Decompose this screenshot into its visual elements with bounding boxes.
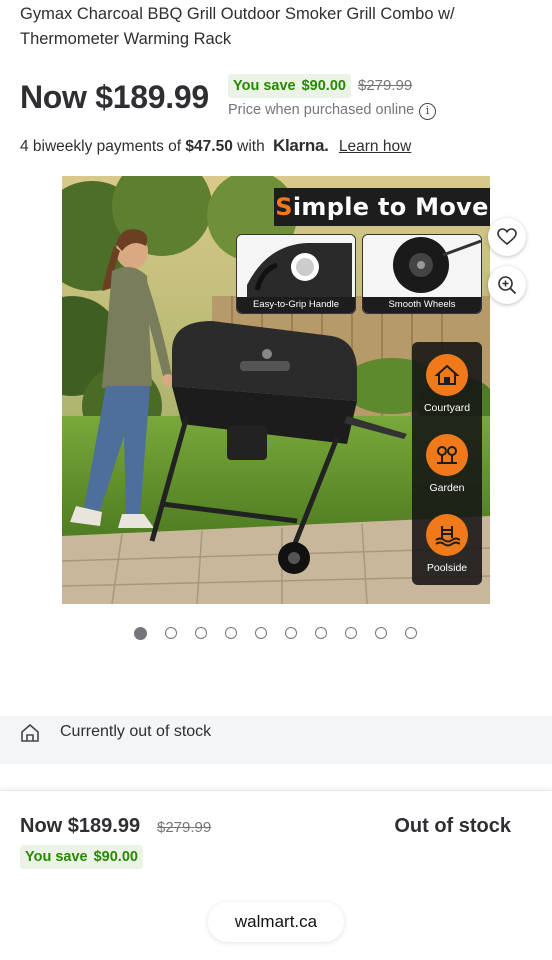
handle-image [237, 235, 355, 299]
inset-wheels: Smooth Wheels [362, 234, 482, 314]
store-icon [21, 723, 39, 742]
gallery-dot[interactable] [345, 627, 357, 639]
gallery-dot[interactable] [285, 627, 297, 639]
pool-icon [426, 514, 468, 556]
price-note: Price when purchased online [228, 102, 415, 118]
footer-you-save-label: You save [25, 849, 88, 865]
gallery-heading: Simple to Move [274, 188, 490, 226]
zoom-in-icon [498, 276, 517, 295]
feature-courtyard-label: Courtyard [423, 402, 471, 414]
footer-stock-status: Out of stock [394, 815, 511, 837]
heart-icon [497, 228, 517, 246]
wheel-image [363, 235, 481, 299]
klarna-amount: $47.50 [185, 138, 233, 155]
gallery-dot[interactable] [195, 627, 207, 639]
garden-icon [426, 434, 468, 476]
current-price: Now $189.99 [20, 79, 209, 115]
availability-message: Currently out of stock [60, 723, 212, 740]
price-row: Now $189.99 You save $90.00 $279.99 Price… [20, 74, 532, 124]
gallery-heading-first: S [275, 193, 293, 221]
feature-poolside-label: Poolside [426, 562, 468, 574]
footer-was-price: $279.99 [157, 819, 212, 836]
gallery-dot[interactable] [225, 627, 237, 639]
gallery-dot[interactable] [134, 627, 147, 640]
info-icon[interactable]: i [419, 103, 436, 120]
you-save-badge: You save $90.00 [228, 74, 351, 98]
favorite-button[interactable] [488, 218, 526, 256]
browser-url-pill[interactable]: walmart.ca [208, 902, 344, 942]
gallery-dot[interactable] [375, 627, 387, 639]
klarna-prefix: 4 biweekly payments of [20, 138, 186, 155]
product-title: Gymax Charcoal BBQ Grill Outdoor Smoker … [20, 5, 455, 48]
gallery-dot[interactable] [315, 627, 327, 639]
availability-bar: Currently out of stock [0, 716, 552, 764]
inset-wheels-caption: Smooth Wheels [363, 297, 481, 313]
learn-how-link[interactable]: Learn how [339, 138, 411, 155]
house-icon [426, 354, 468, 396]
klarna-with: with [232, 138, 270, 155]
gallery-dot[interactable] [165, 627, 177, 639]
feature-garden: Garden [412, 434, 482, 494]
you-save-amount: $90.00 [301, 78, 346, 94]
was-price: $279.99 [358, 77, 413, 94]
feature-poolside: Poolside [412, 514, 482, 574]
klarna-payment-row: 4 biweekly payments of $47.50 with Klarn… [20, 136, 411, 156]
feature-panel: Courtyard Garden Poolside [412, 342, 482, 585]
feature-garden-label: Garden [429, 482, 465, 494]
inset-handle-caption: Easy-to-Grip Handle [237, 297, 355, 313]
zoom-button[interactable] [488, 266, 526, 304]
klarna-logo: Klarna. [273, 136, 329, 155]
product-image[interactable]: Simple to Move Easy-to-Grip Handle Smoot… [62, 176, 490, 604]
footer-current-price: Now $189.99 [20, 815, 141, 837]
gallery-dot[interactable] [255, 627, 267, 639]
you-save-label: You save [233, 78, 296, 94]
footer-you-save-amount: $90.00 [93, 849, 138, 865]
gallery-heading-rest: imple to Move [292, 193, 489, 221]
inset-handle: Easy-to-Grip Handle [236, 234, 356, 314]
feature-courtyard: Courtyard [412, 354, 482, 414]
footer-you-save-badge: You save $90.00 [20, 845, 143, 869]
gallery-dot[interactable] [405, 627, 417, 639]
